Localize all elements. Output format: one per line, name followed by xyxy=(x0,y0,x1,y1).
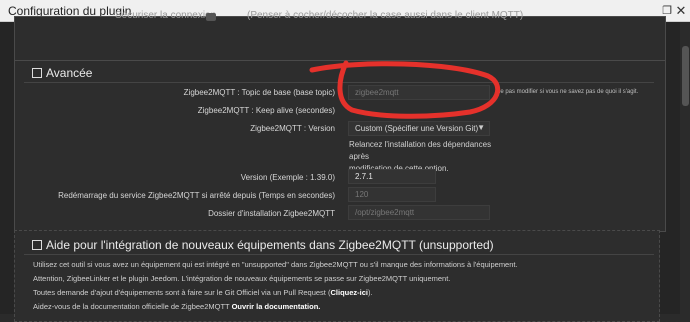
advanced-title-text: Avancée xyxy=(46,66,93,80)
help-divider xyxy=(24,254,654,255)
help-title-text: Aide pour l'intégration de nouveaux équi… xyxy=(46,238,494,252)
keep-alive-label: Zigbee2MQTT : Keep alive (secondes) xyxy=(197,106,335,115)
help-title: Aide pour l'intégration de nouveaux équi… xyxy=(32,238,494,252)
secure-connection-toggle[interactable] xyxy=(206,13,216,21)
panel-icon xyxy=(32,239,42,250)
base-topic-input[interactable]: zigbee2mqtt xyxy=(348,85,490,100)
version-select[interactable]: Custom (Spécifier une Version Git) ▼ xyxy=(348,121,490,136)
help-line-1: Utilisez cet outil si vous avez un équip… xyxy=(33,260,518,269)
documentation-link[interactable]: Ouvrir la documentation. xyxy=(232,302,321,311)
version-select-value: Custom (Spécifier une Version Git) xyxy=(355,124,479,133)
version-example-label: Version (Exemple : 1.39.0) xyxy=(240,173,335,182)
plugin-config-content: Sécuriser la connexion (Penser à cocher/… xyxy=(0,10,690,322)
version-label: Zigbee2MQTT : Version xyxy=(250,124,335,133)
advanced-panel xyxy=(14,60,666,232)
close-icon[interactable]: ✕ xyxy=(674,0,688,22)
secure-connection-note: (Penser à cocher/décocher la case aussi … xyxy=(247,10,524,21)
chevron-down-icon: ▼ xyxy=(477,123,485,132)
install-dir-input[interactable]: /opt/zigbee2mqtt xyxy=(348,205,490,220)
help-line-3: Toutes demande d'ajout d'équipements son… xyxy=(33,288,373,297)
base-topic-note: Ne pas modifier si vous ne savez pas de … xyxy=(496,89,639,95)
help-line-4: Aidez-vous de la documentation officiell… xyxy=(33,302,320,311)
version-info-line1: Relancez l'installation des dépendances … xyxy=(349,140,492,161)
help-line-3-suffix: ). xyxy=(368,288,373,297)
help-line-2: Attention, ZigbeeLinker et le plugin Jee… xyxy=(33,274,451,283)
advanced-divider xyxy=(24,82,654,83)
version-example-input[interactable]: 2.7.1 xyxy=(348,169,436,184)
git-link[interactable]: Cliquez-ici xyxy=(330,288,368,297)
help-line-4-text: Aidez-vous de la documentation officiell… xyxy=(33,302,232,311)
install-dir-label: Dossier d'installation Zigbee2MQTT xyxy=(208,209,335,218)
secure-connection-label: Sécuriser la connexion xyxy=(115,10,217,21)
help-line-3-text: Toutes demande d'ajout d'équipements son… xyxy=(33,288,331,297)
panel-icon xyxy=(32,67,42,78)
scrollbar-thumb[interactable] xyxy=(682,46,689,106)
base-topic-label: Zigbee2MQTT : Topic de base (base topic) xyxy=(183,88,335,97)
restart-input[interactable]: 120 xyxy=(348,187,436,202)
restart-label: Redémarrage du service Zigbee2MQTT si ar… xyxy=(58,191,335,200)
advanced-title: Avancée xyxy=(32,66,92,80)
